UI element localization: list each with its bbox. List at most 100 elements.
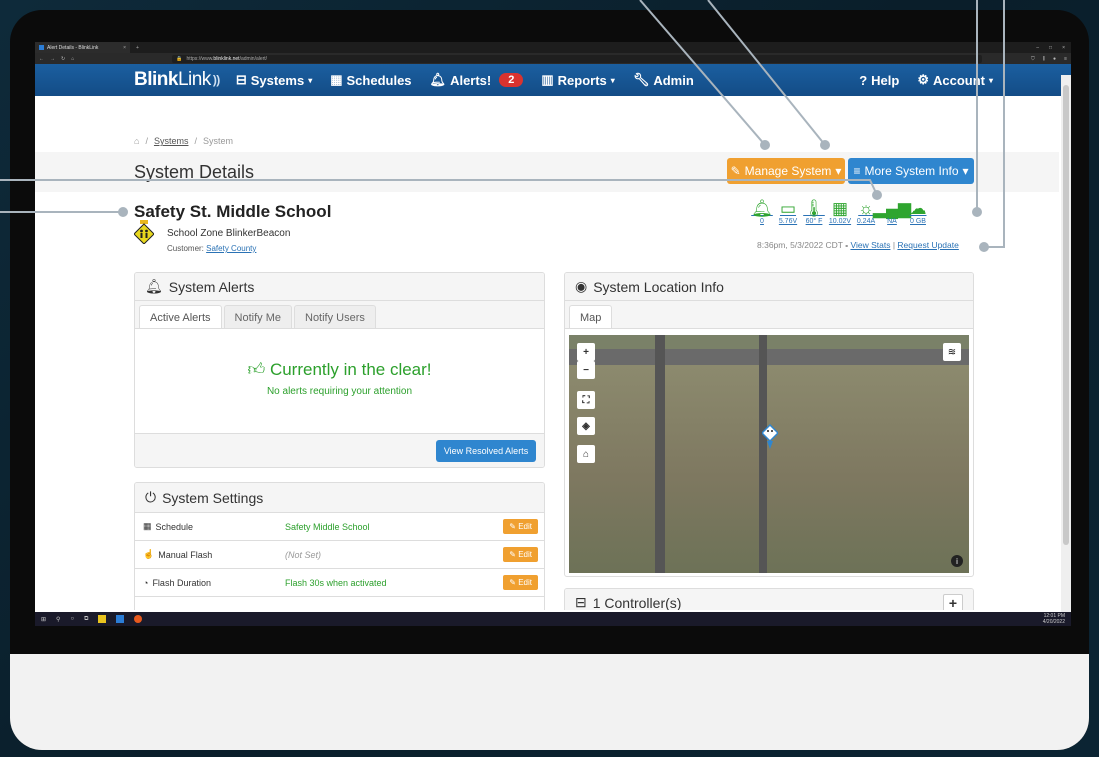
stat-battery[interactable]: ▭ 5.76V <box>777 199 799 225</box>
tab-close-icon[interactable]: × <box>123 45 126 51</box>
controllers-panel: ⊟ 1 Controller(s) + <box>564 588 974 610</box>
location-pin-icon[interactable] <box>762 421 778 451</box>
close-window-button[interactable]: × <box>1062 45 1065 51</box>
fullscreen-icon[interactable]: ⛶ <box>577 391 595 409</box>
forward-icon[interactable]: → <box>50 56 55 62</box>
edit-flash-duration-button[interactable]: ✎ Edit <box>503 575 538 590</box>
browser-toolbar-right: ⛉ ⫼ ● ≡ <box>1031 56 1067 62</box>
shield-icon[interactable]: ⛉ <box>1031 56 1035 62</box>
profile-icon[interactable]: ● <box>1053 56 1056 62</box>
satellite-map[interactable]: + − ⛶ ◈ ⌂ ≋ i <box>569 335 969 573</box>
more-system-info-button[interactable]: ≡ More System Info ▾ <box>848 158 974 184</box>
search-icon[interactable]: ⚲ <box>56 616 60 623</box>
mail-icon[interactable] <box>116 615 125 623</box>
page-title: System Details <box>134 162 255 182</box>
new-tab-button[interactable]: + <box>130 45 145 51</box>
caret-down-icon: ▾ <box>962 164 969 178</box>
system-alerts-panel: 🔔︎ System Alerts Active Alerts Notify Me… <box>134 272 545 468</box>
pencil-icon: ✎ <box>730 164 741 178</box>
edit-schedule-button[interactable]: ✎ Edit <box>503 519 538 534</box>
add-controller-button[interactable]: + <box>942 593 963 610</box>
brand-logo[interactable]: Blink Link)) <box>134 69 220 91</box>
system-type: School Zone BlinkerBeacon <box>167 228 291 239</box>
cube-icon[interactable]: ◈ <box>577 417 595 435</box>
file-explorer-icon[interactable] <box>98 615 107 623</box>
nav-alerts[interactable]: 🔔︎ Alerts! 2 <box>430 72 524 88</box>
clear-message: 👍︎ Currently in the clear! <box>247 360 432 379</box>
alerts-count-badge: 2 <box>499 73 524 87</box>
nav-admin[interactable]: 🔧︎ Admin <box>633 72 694 88</box>
setting-row-manual-flash: ☝ Manual Flash (Not Set) ✎ Edit <box>135 541 544 569</box>
bell-icon: 🔔︎ <box>429 72 447 87</box>
calendar-icon: ▦ <box>143 521 152 531</box>
window-controls: – □ × <box>1036 45 1071 51</box>
power-icon: ⏻ <box>145 489 157 505</box>
reload-icon[interactable]: ↻ <box>61 56 65 62</box>
page-content: ⌂ / Systems / System System Details ✎ Ma… <box>35 128 1059 610</box>
stat-solar-voltage[interactable]: ▦ 10.02V <box>829 199 851 225</box>
firefox-icon[interactable] <box>134 615 143 623</box>
view-stats-link[interactable]: View Stats <box>850 240 890 250</box>
zoom-out-button[interactable]: − <box>577 361 595 379</box>
home-browser-icon[interactable]: ⌂ <box>71 56 74 62</box>
nav-account[interactable]: ⚙ Account ▾ <box>917 72 993 88</box>
address-bar[interactable]: 🔒 https://www.blinklink.net/admin/alert/ <box>172 54 983 63</box>
caret-down-icon: ▾ <box>835 164 842 178</box>
system-location-panel: ◉ System Location Info Map + − ⛶ ◈ ⌂ ≋ i <box>564 272 974 577</box>
tab-notify-users[interactable]: Notify Users <box>294 305 376 328</box>
home-icon[interactable]: ⌂ <box>577 445 595 463</box>
list-icon: ≡ <box>853 164 861 178</box>
stat-alerts[interactable]: 🔔︎ 0 <box>751 199 773 225</box>
system-customer: Customer: Safety County <box>167 244 257 253</box>
scrollbar-thumb[interactable] <box>1063 85 1069 545</box>
info-icon[interactable]: i <box>951 555 963 567</box>
page-header: System Details ✎ Manage System ▾ ≡ More … <box>35 152 1059 192</box>
windows-start-icon[interactable]: ⊞ <box>41 616 46 623</box>
minimize-button[interactable]: – <box>1036 45 1039 51</box>
nav-schedules[interactable]: ▦ Schedules <box>330 72 411 88</box>
nav-systems[interactable]: ⊟ Systems ▾ <box>236 72 312 88</box>
stat-temperature[interactable]: 🌡︎ 60° F <box>803 199 825 225</box>
status-timestamp: 8:36pm, 5/3/2022 CDT <box>757 240 843 250</box>
system-name: Safety St. Middle School <box>134 202 332 221</box>
customer-link[interactable]: Safety County <box>206 244 256 253</box>
status-indicators: 🔔︎ 0 ▭ 5.76V 🌡︎ 60° F ▦ 10.02V ☼ 0.24A ▂▄▆ NA … <box>751 199 929 225</box>
app-navbar: Blink Link)) ⊟ Systems ▾ ▦ Schedules 🔔︎ A… <box>35 64 1071 96</box>
panel-footer: View Resolved Alerts <box>135 433 544 467</box>
system-settings-panel: ⏻ System Settings ▦ Schedule Safety Middl… <box>134 482 545 610</box>
taskbar-clock: 12:01 PM 4/20/2022 <box>1042 613 1065 625</box>
clear-submessage: No alerts requiring your attention <box>266 386 413 397</box>
browser-tab[interactable]: Alert Details - BlinkLink × <box>35 42 130 53</box>
browser-tabbar: Alert Details - BlinkLink × + – □ × <box>35 42 1071 53</box>
stat-signal[interactable]: ▂▄▆ NA <box>873 199 911 225</box>
panel-heading: ◉ System Location Info <box>565 273 973 301</box>
back-icon[interactable]: ← <box>39 56 44 62</box>
request-update-link[interactable]: Request Update <box>897 240 958 250</box>
view-resolved-alerts-button[interactable]: View Resolved Alerts <box>436 440 536 462</box>
tab-active-alerts[interactable]: Active Alerts <box>139 305 222 328</box>
tab-notify-me[interactable]: Notify Me <box>223 305 292 328</box>
library-icon[interactable]: ⫼ <box>1043 56 1045 62</box>
bell-icon: 🔔︎ <box>145 278 163 294</box>
breadcrumb-current: System <box>202 136 233 146</box>
breadcrumb-systems[interactable]: Systems <box>154 136 189 146</box>
nav-help[interactable]: ? Help <box>859 72 899 88</box>
cloud-download-icon: ☁ <box>909 199 927 218</box>
task-view-icon[interactable]: ⧉ <box>84 616 88 623</box>
stat-data[interactable]: ☁ 0 GB <box>907 199 929 225</box>
caret-down-icon: ▾ <box>988 75 993 85</box>
edit-manual-flash-button[interactable]: ✎ Edit <box>503 547 538 562</box>
school-zone-sign-icon <box>134 220 154 244</box>
nav-reports[interactable]: ▥ Reports ▾ <box>541 72 614 88</box>
layers-icon[interactable]: ≋ <box>943 343 961 361</box>
menu-icon[interactable]: ≡ <box>1064 56 1067 62</box>
setting-row-schedule: ▦ Schedule Safety Middle School ✎ Edit <box>135 513 544 541</box>
cortana-icon[interactable]: ○ <box>70 616 74 622</box>
zoom-in-button[interactable]: + <box>577 343 595 361</box>
home-icon[interactable]: ⌂ <box>134 136 139 146</box>
page-scrollbar[interactable] <box>1061 75 1071 612</box>
battery-icon: ▭ <box>779 199 797 218</box>
maximize-button[interactable]: □ <box>1049 45 1052 51</box>
manage-system-button[interactable]: ✎ Manage System ▾ <box>727 158 845 184</box>
tab-map[interactable]: Map <box>569 305 613 328</box>
